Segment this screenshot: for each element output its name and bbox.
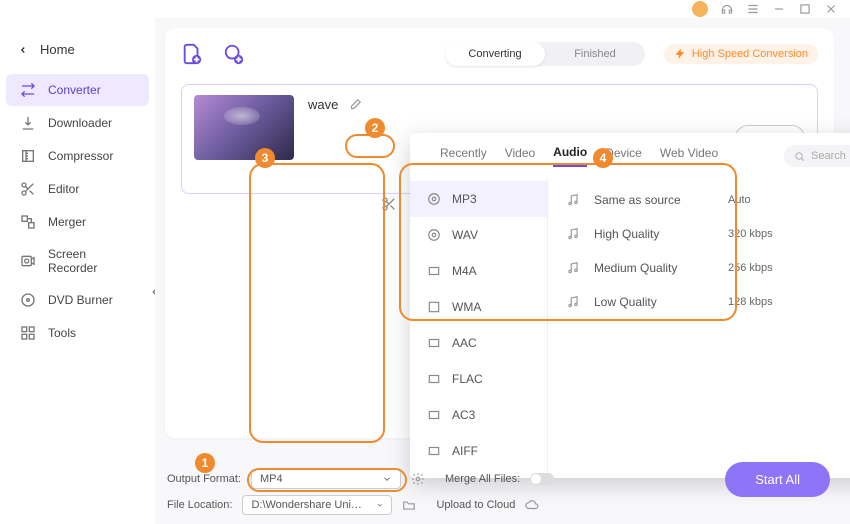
grid-icon — [20, 325, 36, 341]
merger-icon — [20, 214, 36, 230]
file-location-select[interactable]: D:\Wondershare UniConverter 1 — [242, 495, 392, 515]
video-thumbnail[interactable] — [194, 95, 294, 160]
status-toggle: Converting Finished — [445, 42, 645, 66]
nav-label: Converter — [48, 83, 101, 97]
output-format-label: Output Format: — [167, 473, 241, 485]
format-flac[interactable]: FLAC — [410, 361, 547, 397]
nav-label: Compressor — [48, 149, 113, 163]
ring-audio-tab — [345, 134, 395, 158]
file-location-label: File Location: — [167, 499, 232, 511]
user-avatar[interactable] — [692, 1, 708, 17]
file-name: wave — [308, 97, 338, 112]
back-home[interactable]: Home — [0, 36, 155, 73]
format-search[interactable]: Search — [784, 145, 850, 167]
sidebar-item-tools[interactable]: Tools — [6, 317, 149, 349]
add-url-button[interactable] — [223, 43, 245, 65]
cloud-icon[interactable] — [525, 498, 539, 512]
tab-converting[interactable]: Converting — [445, 42, 545, 66]
merge-label: Merge All Files: — [445, 473, 520, 485]
start-all-button[interactable]: Start All — [725, 462, 830, 497]
maximize-icon[interactable] — [798, 2, 812, 16]
ring-output-format — [247, 468, 407, 492]
sidebar-item-editor[interactable]: Editor — [6, 173, 149, 205]
headset-icon[interactable] — [720, 2, 734, 16]
edit-name-icon[interactable] — [348, 98, 362, 112]
ring-format-list — [249, 163, 385, 443]
sidebar: Home Converter Downloader Compressor Edi… — [0, 18, 155, 524]
nav-label: Merger — [48, 215, 86, 229]
bolt-icon — [674, 48, 686, 60]
nav-label: DVD Burner — [48, 293, 113, 307]
sidebar-item-converter[interactable]: Converter — [6, 74, 149, 106]
nav-label: Screen Recorder — [48, 247, 135, 275]
sidebar-item-screen-recorder[interactable]: Screen Recorder — [6, 239, 149, 283]
nav-label: Editor — [48, 182, 79, 196]
recorder-icon — [20, 253, 36, 269]
audio-icon — [426, 335, 442, 351]
callout-1: 1 — [195, 453, 215, 473]
audio-icon — [426, 443, 442, 459]
add-file-button[interactable] — [181, 43, 203, 65]
audio-icon — [426, 371, 442, 387]
close-icon[interactable] — [824, 2, 838, 16]
format-ac3[interactable]: AC3 — [410, 397, 547, 433]
nav-label: Tools — [48, 326, 76, 340]
callout-3: 3 — [255, 148, 275, 168]
compressor-icon — [20, 148, 36, 164]
upload-label: Upload to Cloud — [436, 499, 515, 511]
callout-2: 2 — [365, 118, 385, 138]
sidebar-item-dvd-burner[interactable]: DVD Burner — [6, 284, 149, 316]
format-aiff[interactable]: AIFF — [410, 433, 547, 469]
gear-icon[interactable] — [411, 472, 425, 486]
main-area: Converting Finished High Speed Conversio… — [155, 18, 850, 524]
high-speed-badge[interactable]: High Speed Conversion — [664, 44, 818, 64]
back-label: Home — [40, 42, 75, 57]
chevron-left-icon — [18, 45, 28, 55]
chevron-down-icon — [376, 500, 383, 510]
audio-icon — [426, 407, 442, 423]
ring-quality-list — [399, 163, 737, 321]
download-icon — [20, 115, 36, 131]
titlebar — [0, 0, 850, 18]
converter-icon — [20, 82, 36, 98]
tab-finished[interactable]: Finished — [545, 42, 645, 66]
sidebar-item-downloader[interactable]: Downloader — [6, 107, 149, 139]
disc-icon — [20, 292, 36, 308]
nav-label: Downloader — [48, 116, 112, 130]
scissors-icon — [20, 181, 36, 197]
sidebar-item-compressor[interactable]: Compressor — [6, 140, 149, 172]
merge-toggle[interactable] — [530, 473, 554, 485]
top-row: Converting Finished High Speed Conversio… — [181, 42, 818, 66]
format-aac[interactable]: AAC — [410, 325, 547, 361]
menu-icon[interactable] — [746, 2, 760, 16]
callout-4: 4 — [593, 148, 613, 168]
search-icon — [794, 151, 805, 162]
sidebar-item-merger[interactable]: Merger — [6, 206, 149, 238]
minimize-icon[interactable] — [772, 2, 786, 16]
folder-icon[interactable] — [402, 498, 416, 512]
